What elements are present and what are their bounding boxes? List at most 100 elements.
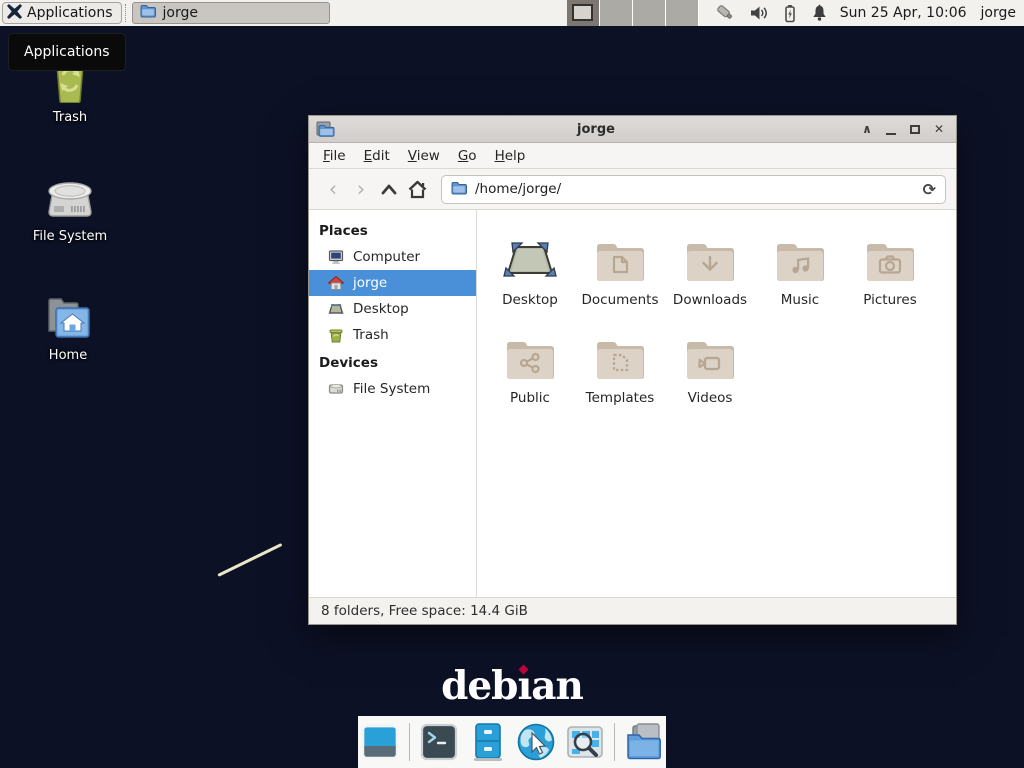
removable-device-icon[interactable] bbox=[715, 3, 737, 23]
statusbar: 8 folders, Free space: 14.4 GiB bbox=[309, 597, 956, 624]
dock-separator bbox=[614, 723, 615, 761]
taskbar-window-button[interactable]: jorge bbox=[132, 2, 330, 24]
reload-icon[interactable]: ⟳ bbox=[923, 180, 936, 199]
file-item-templates[interactable]: Templates bbox=[575, 324, 665, 422]
pictures-folder-icon bbox=[864, 226, 916, 284]
applications-menu-label: Applications bbox=[27, 5, 113, 21]
menu-edit[interactable]: Edit bbox=[355, 145, 399, 167]
desktop-icon-label: Trash bbox=[22, 110, 118, 125]
workspace-window-preview bbox=[572, 4, 593, 21]
public-folder-icon bbox=[504, 324, 556, 382]
workspace-1[interactable] bbox=[567, 0, 600, 26]
volume-icon[interactable] bbox=[750, 4, 769, 22]
trash-icon bbox=[328, 327, 344, 343]
menu-go[interactable]: Go bbox=[449, 145, 486, 167]
panel-username: jorge bbox=[981, 5, 1016, 21]
file-item-documents[interactable]: Documents bbox=[575, 226, 665, 324]
shade-button[interactable]: ∧ bbox=[857, 119, 877, 139]
file-icon-view[interactable]: Desktop Documents bbox=[477, 210, 956, 597]
desktop-special-icon bbox=[501, 226, 559, 284]
file-item-label: Templates bbox=[586, 390, 655, 406]
templates-folder-icon bbox=[594, 324, 646, 382]
back-button[interactable]: ‹ bbox=[319, 175, 347, 203]
battery-charging-icon[interactable] bbox=[782, 4, 798, 23]
location-path[interactable]: /home/jorge/ bbox=[475, 181, 915, 197]
workspace-3[interactable] bbox=[633, 0, 666, 26]
music-folder-icon bbox=[774, 226, 826, 284]
applications-menu-button[interactable]: Applications bbox=[2, 2, 122, 24]
home-folder-dock-icon[interactable] bbox=[622, 720, 666, 764]
file-manager-window: jorge ∧ ✕ File Edit View Go Help ‹ › /ho… bbox=[308, 115, 957, 625]
file-item-label: Public bbox=[510, 390, 550, 406]
xfce-logo-icon bbox=[7, 4, 22, 23]
file-item-public[interactable]: Public bbox=[485, 324, 575, 422]
file-item-desktop[interactable]: Desktop bbox=[485, 226, 575, 324]
file-item-videos[interactable]: Videos bbox=[665, 324, 755, 422]
file-item-label: Videos bbox=[688, 390, 733, 406]
workspace-4[interactable] bbox=[666, 0, 699, 26]
notifications-bell-icon[interactable] bbox=[811, 4, 828, 22]
up-button[interactable] bbox=[375, 175, 403, 203]
minimize-button[interactable] bbox=[881, 119, 901, 139]
stray-line-artifact bbox=[217, 543, 282, 577]
location-bar[interactable]: /home/jorge/ ⟳ bbox=[441, 175, 946, 204]
workspace-switcher bbox=[567, 0, 699, 26]
sidebar-item-label: Computer bbox=[353, 249, 420, 265]
panel-handle bbox=[125, 4, 129, 22]
menu-help[interactable]: Help bbox=[486, 145, 535, 167]
sidebar-item-label: File System bbox=[353, 381, 430, 397]
file-item-label: Desktop bbox=[502, 292, 558, 308]
file-item-label: Pictures bbox=[863, 292, 916, 308]
debian-text-post: an bbox=[531, 663, 583, 709]
status-text: 8 folders, Free space: 14.4 GiB bbox=[321, 603, 528, 619]
path-folder-icon bbox=[451, 180, 467, 199]
desktop-icon-file-system[interactable]: File System bbox=[22, 172, 118, 244]
top-panel: Applications jorge Sun 25 Apr, 10:06 jor… bbox=[0, 0, 1024, 26]
menu-file[interactable]: File bbox=[314, 145, 355, 167]
desktop-icon-label: Home bbox=[20, 348, 116, 363]
file-item-music[interactable]: Music bbox=[755, 226, 845, 324]
sidebar-item-label: jorge bbox=[353, 275, 387, 291]
computer-icon bbox=[328, 249, 344, 265]
debian-text-pre: deb bbox=[441, 663, 517, 709]
terminal-icon[interactable] bbox=[417, 720, 461, 764]
file-item-downloads[interactable]: Downloads bbox=[665, 226, 755, 324]
menubar: File Edit View Go Help bbox=[309, 143, 956, 169]
titlebar[interactable]: jorge ∧ ✕ bbox=[309, 116, 956, 143]
sidebar-item-desktop[interactable]: Desktop bbox=[309, 296, 476, 322]
system-tray bbox=[715, 3, 828, 23]
sidebar-item-label: Trash bbox=[353, 327, 389, 343]
sidebar-item-file-system[interactable]: File System bbox=[309, 376, 476, 402]
web-browser-icon[interactable] bbox=[515, 720, 559, 764]
toolbar: ‹ › /home/jorge/ ⟳ bbox=[309, 169, 956, 210]
applications-tooltip: Applications bbox=[8, 33, 126, 71]
sidebar-item-trash[interactable]: Trash bbox=[309, 322, 476, 348]
window-title: jorge bbox=[335, 122, 857, 137]
home-button[interactable] bbox=[403, 175, 431, 203]
home-folder-icon bbox=[20, 291, 116, 341]
videos-folder-icon bbox=[684, 324, 736, 382]
sidebar-item-jorge[interactable]: jorge bbox=[309, 270, 476, 296]
file-item-label: Music bbox=[781, 292, 819, 308]
folder-window-icon bbox=[140, 4, 156, 22]
sidebar-item-label: Desktop bbox=[353, 301, 409, 317]
file-item-pictures[interactable]: Pictures bbox=[845, 226, 935, 324]
desktop-icon-label: File System bbox=[22, 229, 118, 244]
taskbar-window-label: jorge bbox=[163, 5, 198, 21]
drive-icon bbox=[328, 381, 344, 397]
workspace-2[interactable] bbox=[600, 0, 633, 26]
show-desktop-icon[interactable] bbox=[358, 720, 402, 764]
sidebar: Places Computer jorge Desktop Trash Devi… bbox=[309, 210, 477, 597]
close-button[interactable]: ✕ bbox=[929, 119, 949, 139]
maximize-button[interactable] bbox=[905, 119, 925, 139]
file-manager-icon[interactable] bbox=[466, 720, 510, 764]
window-folder-icon bbox=[316, 121, 335, 138]
menu-view[interactable]: View bbox=[399, 145, 449, 167]
panel-clock[interactable]: Sun 25 Apr, 10:06 bbox=[840, 5, 967, 21]
file-item-label: Downloads bbox=[673, 292, 747, 308]
forward-button[interactable]: › bbox=[347, 175, 375, 203]
dock-panel bbox=[358, 716, 666, 768]
sidebar-item-computer[interactable]: Computer bbox=[309, 244, 476, 270]
application-finder-icon[interactable] bbox=[563, 720, 607, 764]
desktop-icon-home[interactable]: Home bbox=[20, 291, 116, 363]
